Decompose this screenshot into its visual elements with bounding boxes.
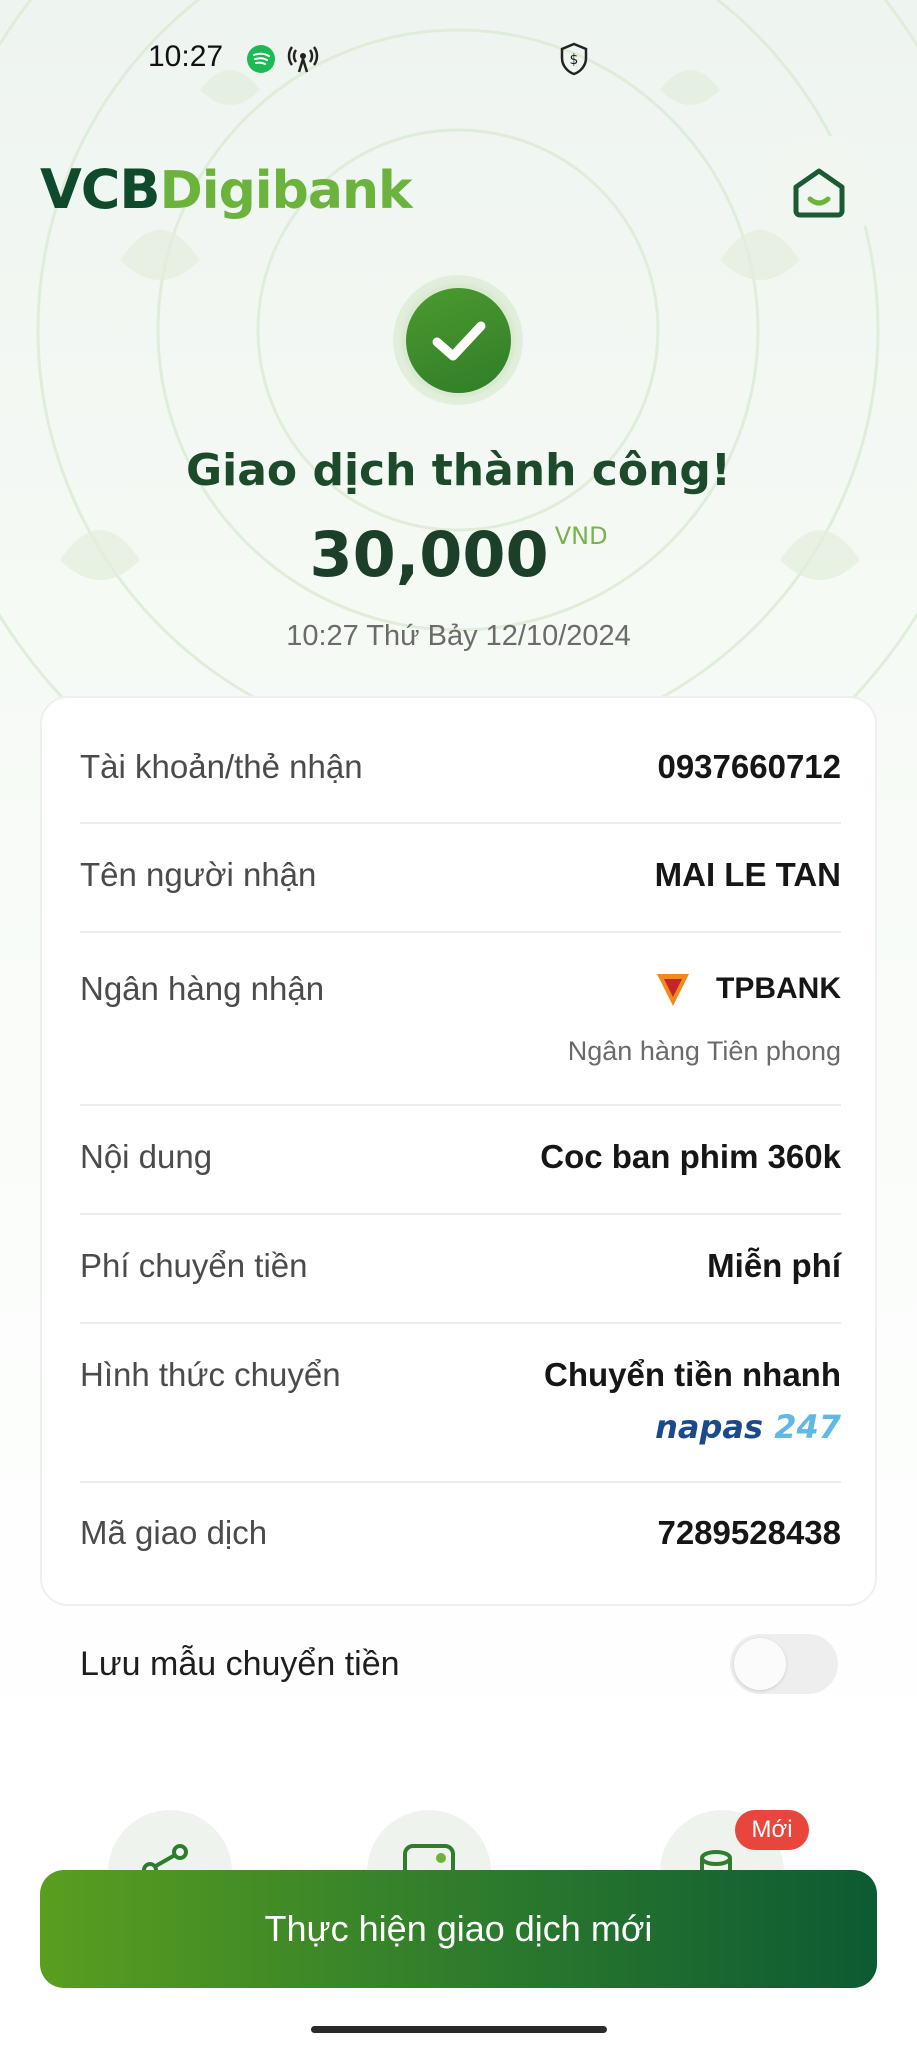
transaction-details-card: Tài khoản/thẻ nhận 0937660712 Tên người … bbox=[40, 696, 877, 1606]
method-value: Chuyển tiền nhanh bbox=[544, 1356, 841, 1393]
divider bbox=[80, 1213, 841, 1215]
account-label: Tài khoản/thẻ nhận bbox=[80, 748, 363, 785]
divider bbox=[80, 931, 841, 933]
napas-text: napas bbox=[655, 1408, 764, 1446]
new-transaction-button[interactable]: Thực hiện giao dịch mới bbox=[40, 1870, 877, 1988]
status-bar: 10:27 $ bbox=[0, 0, 917, 115]
bank-fullname: Ngân hàng Tiên phong bbox=[567, 1036, 841, 1066]
account-value: 0937660712 bbox=[657, 748, 841, 785]
divider bbox=[80, 1481, 841, 1483]
shield-dollar-icon: $ bbox=[559, 42, 589, 81]
svg-text:$: $ bbox=[570, 52, 579, 68]
toggle-knob bbox=[734, 1638, 786, 1690]
transaction-datetime: 10:27 Thứ Bảy 12/10/2024 bbox=[286, 620, 631, 652]
result-title: Giao dịch thành công! bbox=[186, 445, 731, 496]
transaction-id-label: Mã giao dịch bbox=[80, 1514, 268, 1551]
content-value: Coc ban phim 360k bbox=[540, 1138, 841, 1175]
home-icon bbox=[793, 168, 845, 218]
spotify-icon bbox=[246, 44, 276, 79]
amount-display: 30,000 VND bbox=[0, 518, 917, 591]
fee-value: Miễn phí bbox=[707, 1247, 841, 1284]
currency-label: VND bbox=[554, 522, 608, 550]
fee-label: Phí chuyển tiền bbox=[80, 1247, 308, 1284]
status-time: 10:27 bbox=[148, 40, 224, 73]
home-indicator[interactable] bbox=[311, 2026, 607, 2033]
method-label: Hình thức chuyển bbox=[80, 1356, 341, 1393]
new-badge: Mới bbox=[735, 1810, 809, 1850]
tpbank-logo-icon bbox=[655, 970, 691, 1013]
home-button[interactable] bbox=[762, 135, 876, 249]
divider bbox=[80, 822, 841, 824]
success-check-icon bbox=[402, 284, 515, 397]
divider bbox=[80, 1322, 841, 1324]
logo-vcb-text: VCB bbox=[40, 158, 161, 221]
amount-value: 30,000 bbox=[309, 518, 549, 591]
napas247-logo: napas 247 bbox=[655, 1408, 841, 1446]
bank-label: Ngân hàng nhận bbox=[80, 970, 325, 1007]
recipient-label: Tên người nhận bbox=[80, 856, 317, 893]
vcb-digibank-logo: VCB Digibank bbox=[40, 158, 413, 221]
hotspot-icon bbox=[287, 42, 319, 79]
napas-number: 247 bbox=[774, 1408, 841, 1446]
transaction-id-value: 7289528438 bbox=[657, 1514, 841, 1551]
divider bbox=[80, 1104, 841, 1106]
save-template-label: Lưu mẫu chuyển tiền bbox=[80, 1645, 400, 1683]
content-label: Nội dung bbox=[80, 1138, 213, 1175]
save-template-toggle[interactable] bbox=[730, 1634, 838, 1694]
logo-digibank-text: Digibank bbox=[159, 161, 413, 221]
bank-value: TPBANK bbox=[716, 972, 841, 1005]
recipient-value: MAI LE TAN bbox=[654, 856, 841, 893]
